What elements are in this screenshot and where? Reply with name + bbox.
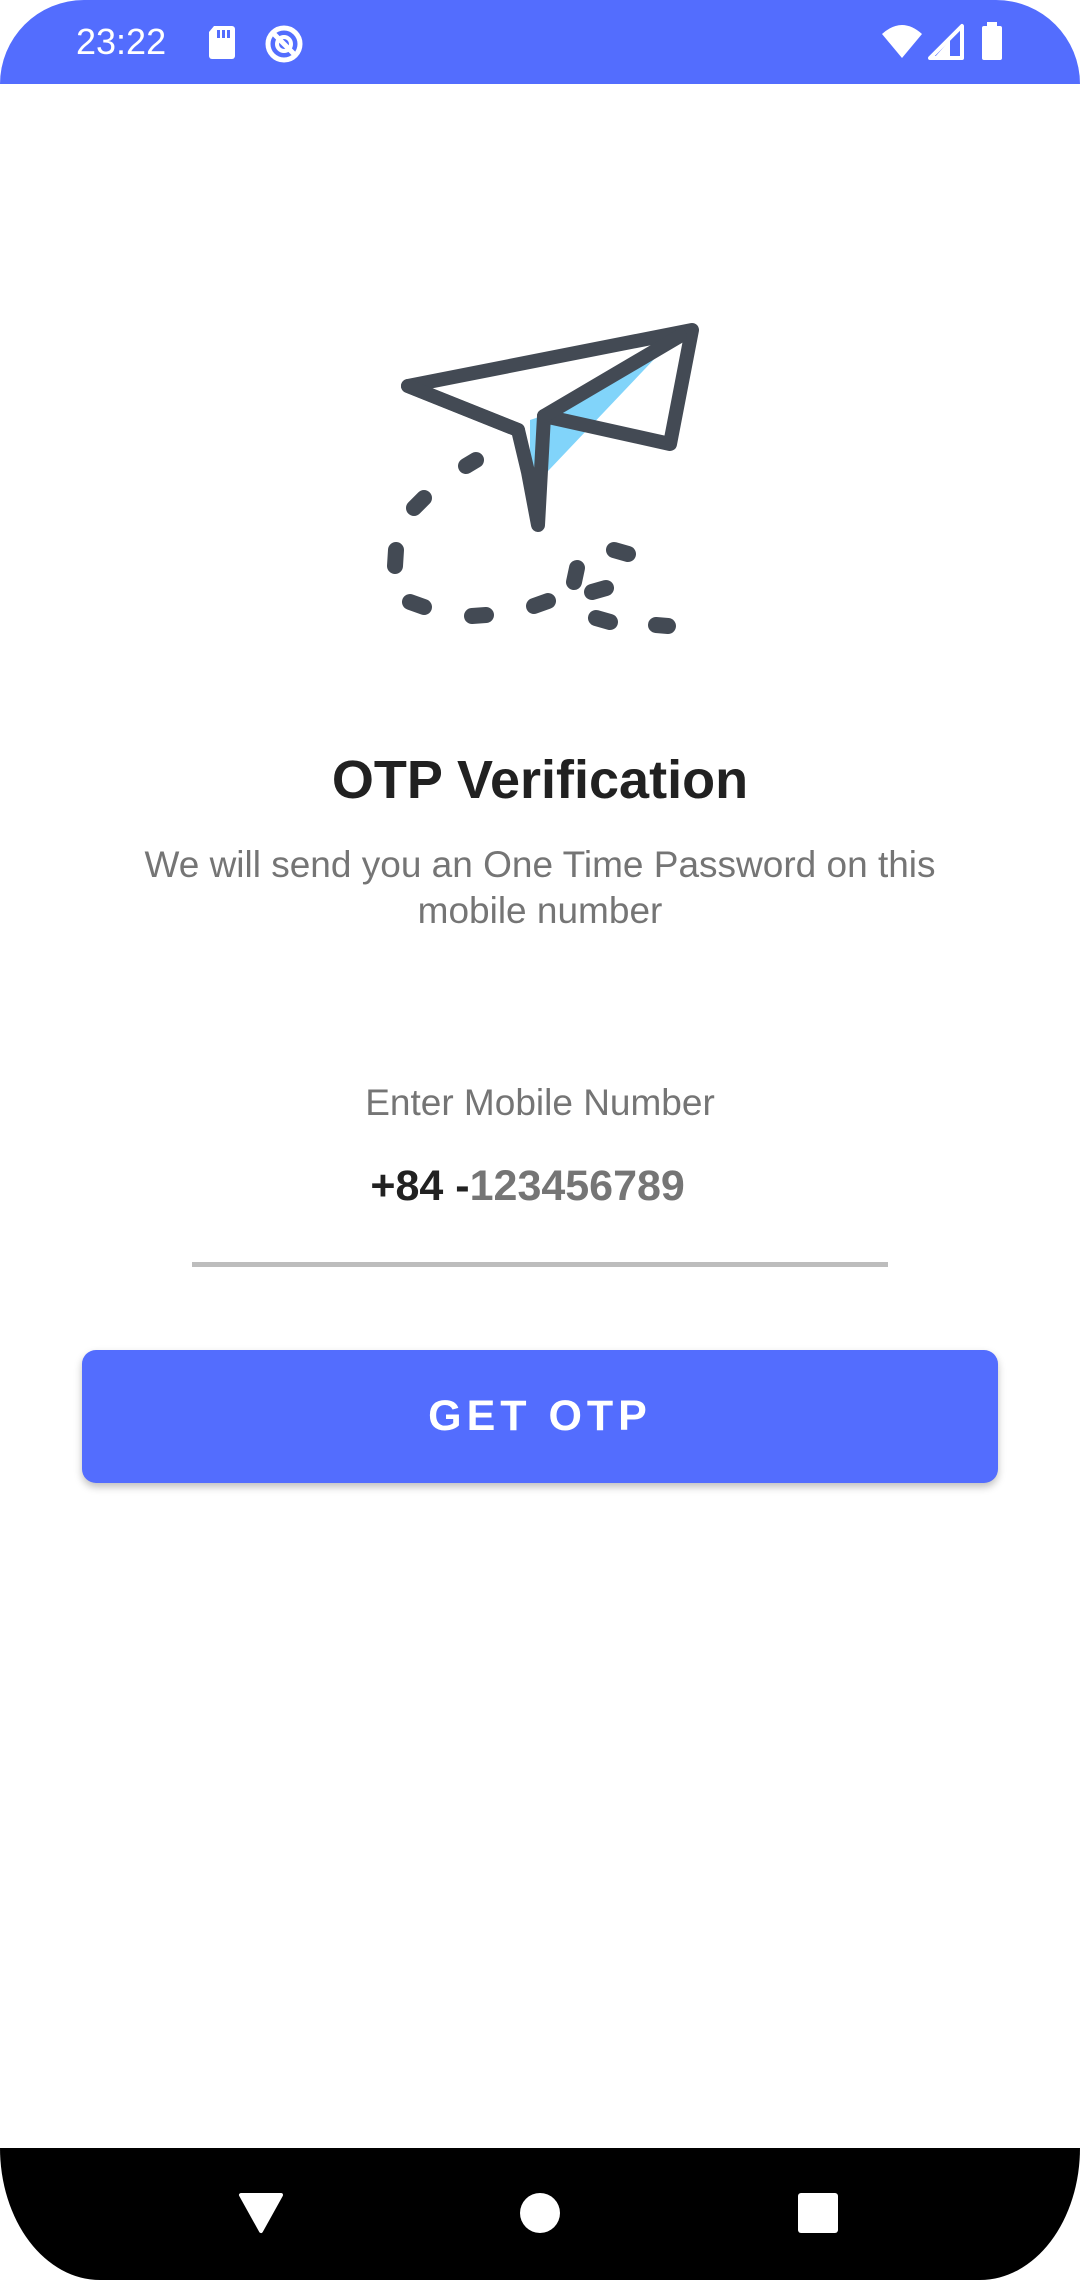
- country-code: +84 -: [370, 1162, 470, 1210]
- get-otp-button[interactable]: GET OTP: [82, 1350, 998, 1483]
- phone-input-row: +84 -: [0, 1158, 1080, 1214]
- home-circle-icon[interactable]: [495, 2168, 585, 2258]
- page-title: OTP Verification: [331, 750, 749, 810]
- recents-square-icon[interactable]: [773, 2168, 863, 2258]
- paper-plane-icon: [380, 310, 720, 640]
- cellular-signal-icon: [928, 22, 964, 62]
- mobile-number-input[interactable]: [469, 1162, 710, 1211]
- battery-icon: [980, 22, 1004, 62]
- status-bar: 23:22: [0, 0, 1080, 84]
- sync-disabled-icon: [262, 22, 306, 63]
- status-time: 23:22: [76, 21, 167, 62]
- input-underline: [192, 1262, 888, 1267]
- back-triangle-icon[interactable]: [216, 2168, 306, 2258]
- mobile-number-label: Enter Mobile Number: [365, 1082, 715, 1123]
- navigation-bar: [0, 2148, 1080, 2280]
- page-subtitle: We will send you an One Time Password on…: [144, 844, 936, 931]
- wifi-icon: [880, 22, 924, 62]
- otp-screen: 23:22 OTP Verification We will send you …: [0, 0, 1080, 2280]
- sd-card-icon: [206, 22, 238, 62]
